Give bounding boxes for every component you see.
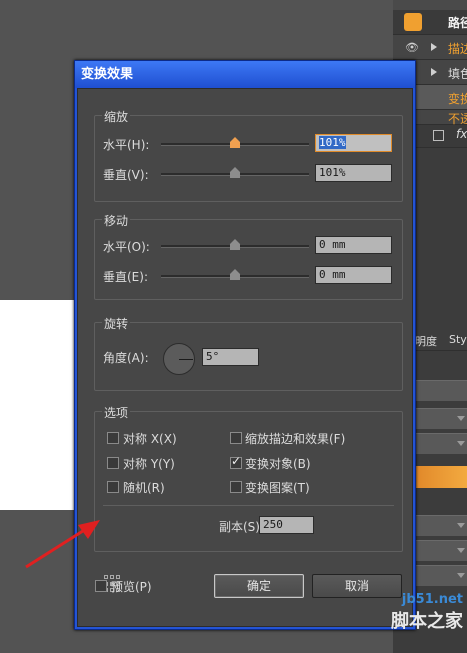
chevron-down-icon xyxy=(457,441,465,446)
group-title: 选项 xyxy=(102,404,131,421)
copies-input[interactable]: 250 xyxy=(259,516,314,534)
divider xyxy=(103,505,394,506)
scale-group: 缩放 水平(H): 101% 垂直(V): 101% xyxy=(94,108,403,202)
transform-patterns-checkbox[interactable] xyxy=(230,481,242,493)
visibility-eye-icon[interactable]: 👁 xyxy=(405,41,419,54)
scale-strokes-label: 缩放描边和效果(F) xyxy=(245,432,346,446)
move-horizontal-input[interactable]: 0 mm xyxy=(315,236,392,254)
preview-label: 预览(P) xyxy=(111,580,152,594)
move-group: 移动 水平(O): 0 mm 垂直(E): 0 mm xyxy=(94,212,403,300)
slider-thumb[interactable] xyxy=(230,167,240,178)
scale-vertical-input[interactable]: 101% xyxy=(315,164,392,182)
slider-thumb[interactable] xyxy=(230,239,240,250)
cancel-button[interactable]: 取消 xyxy=(312,574,402,598)
tab-styles[interactable]: Sty xyxy=(449,333,467,346)
tab-lightness[interactable]: 明度 xyxy=(415,333,437,349)
path-thumbnail-icon xyxy=(404,13,422,31)
slider-thumb[interactable] xyxy=(230,269,240,280)
panel-row-stroke[interactable]: 👁 描边 xyxy=(393,35,467,60)
fx-icon[interactable]: fx xyxy=(456,127,467,141)
random-label: 随机(R) xyxy=(123,481,165,495)
move-horizontal-label: 水平(O): xyxy=(103,240,150,254)
group-title: 旋转 xyxy=(102,315,131,332)
expand-triangle-icon[interactable] xyxy=(431,68,437,76)
transform-objects-checkbox[interactable] xyxy=(230,454,242,469)
reflect-y-checkbox[interactable] xyxy=(107,457,119,469)
preview-checkbox[interactable] xyxy=(95,580,107,592)
group-title: 移动 xyxy=(102,212,131,229)
arrow-shaft xyxy=(25,527,87,569)
chevron-down-icon xyxy=(457,416,465,421)
arrow-head xyxy=(78,520,100,539)
reflect-x-label: 对称 X(X) xyxy=(123,432,177,446)
panel-row-label: 描边 xyxy=(448,42,467,56)
scale-vertical-slider[interactable] xyxy=(161,167,309,178)
ok-button[interactable]: 确定 xyxy=(214,574,304,598)
reflect-y-label: 对称 Y(Y) xyxy=(123,457,175,471)
scale-vertical-label: 垂直(V): xyxy=(103,168,149,182)
transform-patterns-label: 变换图案(T) xyxy=(245,481,310,495)
square-icon[interactable] xyxy=(433,130,444,141)
random-checkbox[interactable] xyxy=(107,481,119,493)
selected-text: 101% xyxy=(319,136,346,149)
watermark: jb51.net 脚本之家 xyxy=(391,592,463,633)
chevron-down-icon xyxy=(457,523,465,528)
scale-strokes-checkbox[interactable] xyxy=(230,432,242,444)
scale-horizontal-label: 水平(H): xyxy=(103,138,150,152)
panel-title: 路径 xyxy=(448,16,467,30)
rotation-dial[interactable] xyxy=(163,343,195,375)
angle-input[interactable]: 5° xyxy=(202,348,259,366)
move-horizontal-slider[interactable] xyxy=(161,239,309,250)
dialog-title[interactable]: 变换效果 xyxy=(75,61,415,88)
options-group: 选项 对称 X(X) 对称 Y(Y) 随机(R) 缩放描边和效果(F) 变换对象… xyxy=(94,404,403,552)
watermark-text: 脚本之家 xyxy=(391,611,463,632)
angle-label: 角度(A): xyxy=(103,351,149,365)
move-vertical-input[interactable]: 0 mm xyxy=(315,266,392,284)
chevron-down-icon xyxy=(457,573,465,578)
move-vertical-slider[interactable] xyxy=(161,269,309,280)
dialog-body: 缩放 水平(H): 101% 垂直(V): 101% 移动 水平(O): 0 m… xyxy=(77,88,413,627)
transform-effect-dialog: 变换效果 缩放 水平(H): 101% 垂直(V): 101% 移动 水平(O)… xyxy=(74,60,416,630)
move-vertical-label: 垂直(E): xyxy=(103,270,148,284)
watermark-url: jb51.net xyxy=(401,592,463,607)
artboard-canvas xyxy=(0,300,75,510)
scale-horizontal-slider[interactable] xyxy=(161,137,309,148)
copies-label: 副本(S) xyxy=(219,520,260,534)
annotation-arrow xyxy=(25,520,100,569)
expand-triangle-icon[interactable] xyxy=(431,43,437,51)
reflect-x-checkbox[interactable] xyxy=(107,432,119,444)
group-title: 缩放 xyxy=(102,108,131,125)
transform-objects-label: 变换对象(B) xyxy=(245,457,311,471)
chevron-down-icon xyxy=(457,548,465,553)
panel-row-label: 变换 xyxy=(448,92,467,106)
panel-header-row: 路径 xyxy=(393,10,467,35)
slider-thumb[interactable] xyxy=(230,137,240,148)
scale-horizontal-input[interactable]: 101% xyxy=(315,134,392,152)
panel-row-label: 填色 xyxy=(448,67,467,81)
